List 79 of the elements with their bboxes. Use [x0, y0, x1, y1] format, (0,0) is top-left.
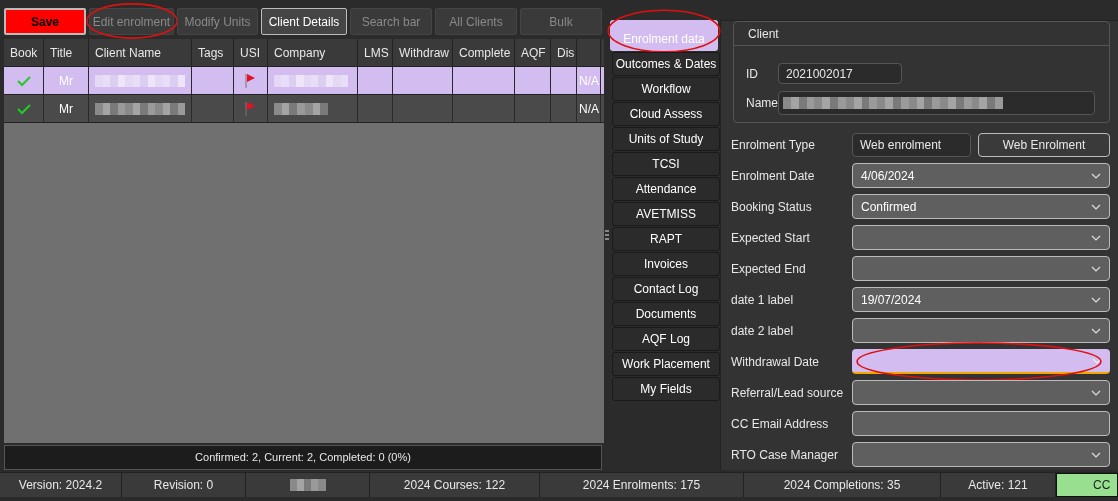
group-title: Client — [748, 25, 779, 43]
id-field[interactable]: 2021002017 — [778, 63, 902, 84]
chevron-down-icon — [1091, 451, 1101, 458]
name-field[interactable] — [778, 91, 1095, 115]
tab[interactable]: My Fields — [612, 377, 720, 401]
dropdown[interactable] — [852, 318, 1110, 343]
dropdown[interactable]: 4/06/2024 — [852, 163, 1110, 188]
column-header[interactable]: Complete — [453, 39, 515, 66]
field-label: CC Email Address — [731, 415, 830, 433]
table-cell-text: N/A — [579, 100, 599, 118]
redacted-text — [289, 479, 326, 491]
dropdown[interactable]: 19/07/2024 — [852, 287, 1110, 312]
field-label: Booking Status — [731, 198, 813, 216]
toolbar-button[interactable]: Client Details — [261, 8, 347, 35]
column-header[interactable]: Title — [44, 39, 89, 66]
tab[interactable]: RAPT — [612, 227, 720, 251]
field-label: Referral/Lead source — [731, 384, 845, 402]
tab[interactable]: Work Placement — [612, 352, 720, 376]
status-text: 2024 Enrolments: 175 — [540, 473, 744, 497]
dropdown[interactable] — [852, 349, 1110, 374]
tab[interactable]: Units of Study — [612, 127, 720, 151]
summary-text: Confirmed: 2, Current: 2, Completed: 0 (0%) — [4, 445, 602, 470]
field-label: ID — [746, 65, 759, 83]
save-button[interactable]: Save — [4, 8, 86, 35]
table-cell-text: Mr — [59, 72, 73, 90]
column-header[interactable]: Dis — [551, 39, 577, 66]
web-enrolment-button[interactable]: Web Enrolment — [978, 132, 1110, 157]
tab[interactable]: Documents — [612, 302, 720, 326]
field-label: Enrolment Date — [731, 167, 816, 185]
tab[interactable]: Attendance — [612, 177, 720, 201]
column-header[interactable]: LMS — [358, 39, 393, 66]
chevron-down-icon — [1091, 172, 1101, 179]
dropdown[interactable] — [852, 380, 1110, 405]
field-label: RTO Case Manager — [731, 446, 839, 464]
column-header[interactable]: Withdraw — [393, 39, 453, 66]
status-text: Revision: 0 — [122, 473, 246, 497]
tab[interactable]: Cloud Assess — [612, 102, 720, 126]
tab[interactable]: Contact Log — [612, 277, 720, 301]
tab[interactable]: TCSI — [612, 152, 720, 176]
column-header[interactable]: Client Name — [89, 39, 192, 66]
status-indicator: CC — [1056, 473, 1118, 497]
tab[interactable]: Invoices — [612, 252, 720, 276]
chevron-down-icon — [1091, 296, 1101, 303]
column-header[interactable]: USI — [234, 39, 268, 66]
tab[interactable]: Workflow — [612, 77, 720, 101]
chevron-down-icon — [1092, 357, 1102, 364]
chevron-down-icon — [1091, 327, 1101, 334]
field-label: Enrolment Type — [731, 136, 816, 154]
chevron-down-icon — [1091, 389, 1101, 396]
dropdown[interactable] — [852, 442, 1110, 467]
status-text: 2024 Courses: 122 — [370, 473, 540, 497]
table-cell-text: N/A — [579, 72, 599, 90]
tab[interactable]: AVETMISS — [612, 202, 720, 226]
dropdown[interactable] — [852, 256, 1110, 281]
table-row[interactable]: Mr N/A — [4, 95, 604, 123]
table-cell-text: Mr — [59, 100, 73, 118]
status-text: 2024 Completions: 35 — [744, 473, 941, 497]
field-label: Name — [746, 95, 778, 112]
input-field[interactable] — [852, 411, 1110, 436]
column-header[interactable]: AQF — [515, 39, 551, 66]
column-header[interactable]: Tags — [192, 39, 234, 66]
splitter-handle[interactable] — [605, 230, 609, 240]
chevron-down-icon — [1091, 265, 1101, 272]
column-header[interactable]: Book — [4, 39, 44, 66]
tab[interactable]: Outcomes & Dates — [612, 52, 720, 76]
chevron-down-icon — [1091, 203, 1101, 210]
column-header[interactable]: Company — [268, 39, 358, 66]
chevron-down-icon — [1091, 234, 1101, 241]
text-field[interactable]: Web enrolment — [852, 132, 971, 157]
field-label: Expected Start — [731, 229, 811, 247]
status-text: Version: 2024.2 — [0, 473, 122, 497]
field-label: date 1 label — [731, 291, 795, 309]
field-label: Expected End — [731, 260, 807, 278]
field-label: Withdrawal Date — [731, 353, 821, 371]
field-label: date 2 label — [731, 322, 795, 340]
dropdown[interactable]: Confirmed — [852, 194, 1110, 219]
dropdown[interactable] — [852, 225, 1110, 250]
tab[interactable]: AQF Log — [612, 327, 720, 351]
redacted-text — [274, 102, 328, 115]
